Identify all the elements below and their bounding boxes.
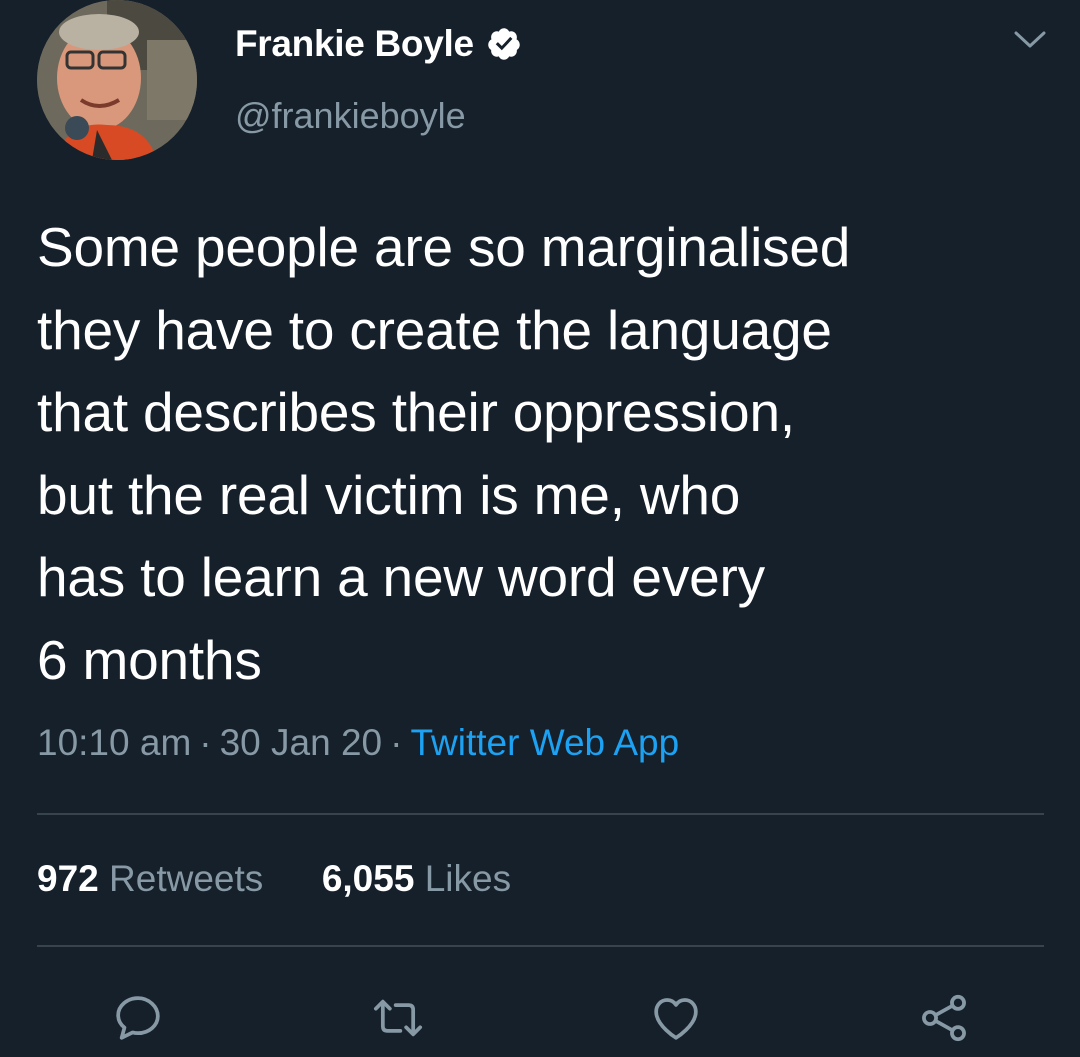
tweet-time[interactable]: 10:10 am (37, 722, 191, 763)
divider (37, 945, 1044, 947)
verified-badge-icon (486, 26, 522, 62)
author-handle[interactable]: @frankieboyle (235, 95, 466, 137)
retweets-count: 972 (37, 858, 99, 899)
tweet-meta: 10:10 am · 30 Jan 20 · Twitter Web App (37, 722, 679, 764)
tweet-date[interactable]: 30 Jan 20 (220, 722, 383, 763)
meta-separator: · (390, 722, 403, 763)
divider (37, 813, 1044, 815)
chevron-down-icon[interactable] (1013, 28, 1047, 52)
display-name[interactable]: Frankie Boyle (235, 23, 474, 65)
meta-separator: · (199, 722, 212, 763)
heart-icon[interactable] (648, 990, 704, 1046)
likes-stat[interactable]: 6,055 Likes (312, 858, 512, 899)
tweet-source-link[interactable]: Twitter Web App (410, 722, 679, 763)
retweets-label: Retweets (109, 858, 264, 899)
retweet-icon[interactable] (370, 990, 426, 1046)
tweet-text: Some people are so marginalised they hav… (37, 216, 851, 691)
share-icon[interactable] (916, 990, 972, 1046)
reply-icon[interactable] (110, 990, 166, 1046)
author-row: Frankie Boyle (235, 20, 522, 68)
likes-count: 6,055 (321, 858, 415, 899)
tweet-stats: 972 Retweets 6,055 Likes (37, 858, 511, 900)
likes-label: Likes (424, 858, 512, 899)
avatar[interactable] (37, 0, 197, 160)
retweets-stat[interactable]: 972 Retweets (37, 858, 274, 899)
